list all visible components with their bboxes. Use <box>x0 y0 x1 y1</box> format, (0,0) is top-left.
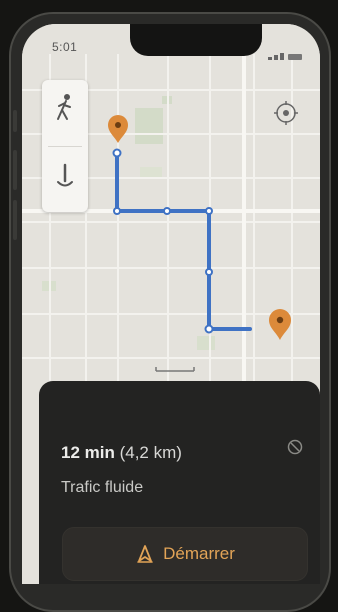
battery-icon <box>288 54 302 60</box>
start-button[interactable]: Démarrer <box>62 527 308 581</box>
eta-time: 12 min <box>61 443 115 462</box>
traffic-status: Trafic fluide <box>61 479 144 496</box>
park-area <box>197 336 215 350</box>
control-divider <box>48 146 82 147</box>
eta-distance: (4,2 km) <box>119 443 182 462</box>
route-options-icon[interactable] <box>284 436 306 458</box>
phone-notch <box>130 24 262 56</box>
start-button-label: Démarrer <box>163 544 235 563</box>
status-time: 5:01 <box>52 40 78 54</box>
park-area <box>135 108 163 144</box>
signal-icon <box>268 57 272 60</box>
phone-screen: 5:01 12 min (4,2 km) Trafic fluide Démar… <box>22 24 320 584</box>
my-location-icon[interactable] <box>272 99 300 127</box>
phone-side-button <box>13 110 17 132</box>
eta-summary: 12 min (4,2 km) <box>61 443 182 463</box>
walking-person-icon[interactable] <box>50 92 80 122</box>
phone-side-button <box>13 200 17 240</box>
status-icons <box>268 42 302 60</box>
start-navigation-icon <box>137 545 153 563</box>
map-control-panel <box>42 80 88 212</box>
route-card: 12 min (4,2 km) Trafic fluide Démarrer <box>39 381 320 584</box>
route-arrow-icon[interactable] <box>50 162 80 192</box>
phone-side-button <box>13 150 17 190</box>
